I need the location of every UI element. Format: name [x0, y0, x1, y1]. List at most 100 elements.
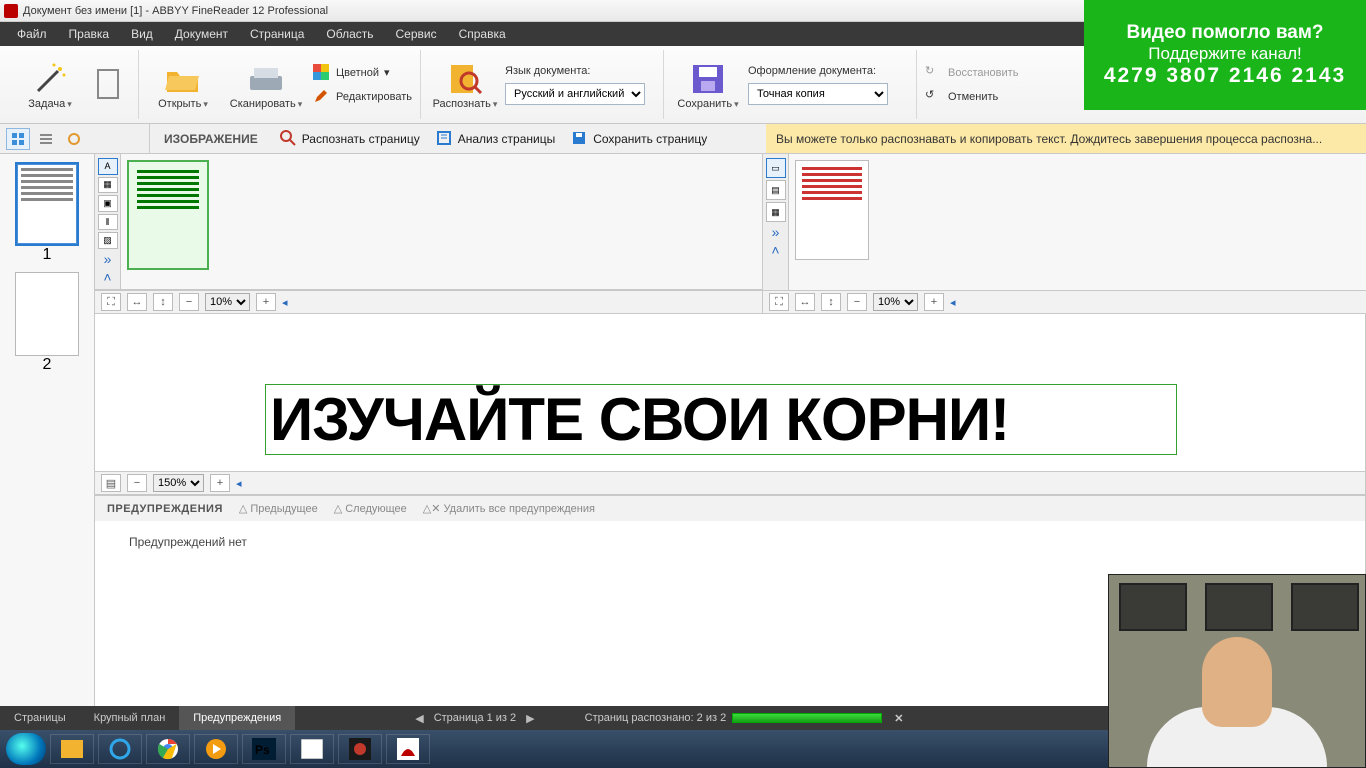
text-tools: ▭ ▤ ▦ » ˄ — [763, 154, 789, 290]
chevron-right-icon[interactable]: » — [772, 224, 780, 240]
new-doc-button[interactable] — [90, 66, 130, 104]
language-select[interactable]: Русский и английский — [505, 83, 645, 105]
text-tool-1[interactable]: ▭ — [766, 158, 786, 178]
language-label: Язык документа: — [505, 65, 655, 77]
tab-closeup[interactable]: Крупный план — [80, 706, 180, 730]
redo-icon: ↻ — [925, 64, 943, 82]
canvas-zoom-select[interactable]: 150% — [153, 474, 204, 492]
analyze-page-button[interactable]: Анализ страницы — [428, 130, 564, 148]
text-tool-2[interactable]: ▤ — [766, 180, 786, 200]
prev-warning-button[interactable]: △ Предыдущее — [239, 502, 318, 515]
menu-page[interactable]: Страница — [241, 24, 313, 44]
fit-width-button[interactable]: ↔ — [127, 293, 147, 311]
menu-help[interactable]: Справка — [450, 24, 515, 44]
taskbar-explorer[interactable] — [50, 734, 94, 764]
fit-height-button[interactable]: ↕ — [153, 293, 173, 311]
menu-edit[interactable]: Правка — [60, 24, 119, 44]
start-button[interactable] — [6, 733, 46, 765]
text-zoom-select[interactable]: 10% — [873, 293, 918, 311]
caret-down-icon: ▾ — [67, 99, 72, 109]
taskbar-media[interactable] — [194, 734, 238, 764]
chevron-up-icon[interactable]: ˄ — [771, 242, 779, 258]
image-canvas[interactable]: ИЗУЧАЙТЕ СВОИ КОРНИ! — [95, 314, 1365, 471]
task-button[interactable]: Задача▾ — [14, 60, 86, 110]
cancel-progress-button[interactable]: ✕ — [894, 712, 903, 725]
taskbar-ie[interactable] — [98, 734, 142, 764]
recognize-page-button[interactable]: Распознать страницу — [272, 130, 428, 148]
wall-photo-3 — [1291, 583, 1359, 631]
taskbar-app1[interactable] — [290, 734, 334, 764]
analyze-icon — [436, 130, 454, 148]
zoom-in-button[interactable]: + — [256, 293, 276, 311]
menu-view[interactable]: Вид — [122, 24, 162, 44]
menu-service[interactable]: Сервис — [387, 24, 446, 44]
text-tool-3[interactable]: ▦ — [766, 202, 786, 222]
tool-image-area[interactable]: ▣ — [98, 195, 118, 212]
folder-open-icon — [163, 60, 203, 98]
taskbar-photoshop[interactable]: Ps — [242, 734, 286, 764]
image-section-title: ИЗОБРАЖЕНИЕ — [150, 132, 272, 146]
next-warning-button[interactable]: △ Следующее — [334, 502, 407, 515]
scan-button[interactable]: Сканировать▾ — [223, 60, 309, 110]
next-page-button[interactable]: ▶ — [526, 712, 534, 725]
text-prev-icon[interactable]: ◂ — [950, 296, 956, 309]
tool-table-area[interactable]: ▦ — [98, 177, 118, 194]
tool-background[interactable]: ▨ — [98, 232, 118, 249]
image-zoom-select[interactable]: 10% — [205, 293, 250, 311]
save-page-button[interactable]: Сохранить страницу — [563, 130, 715, 148]
banner-line3: 4279 3807 2146 2143 — [1104, 64, 1346, 88]
taskbar-finereader[interactable] — [386, 734, 430, 764]
menu-region[interactable]: Область — [317, 24, 382, 44]
page-thumb-2[interactable] — [15, 272, 79, 356]
edit-button[interactable]: Редактировать — [313, 88, 412, 106]
page-thumb-1[interactable] — [15, 162, 79, 246]
webcam-overlay — [1108, 574, 1366, 768]
zoom-out-button[interactable]: − — [179, 293, 199, 311]
recognize-button[interactable]: Распознать▾ — [429, 60, 501, 110]
canvas-zoom-out[interactable]: − — [127, 474, 147, 492]
progress-label: Страниц распознано: 2 из 2 — [585, 712, 727, 724]
view-details-button[interactable] — [34, 128, 58, 150]
taskbar-recorder[interactable] — [338, 734, 382, 764]
pages-pane: 1 2 — [0, 154, 95, 706]
view-settings-button[interactable] — [62, 128, 86, 150]
layout-label: Оформление документа: — [748, 65, 908, 77]
text-fit-width[interactable]: ↔ — [795, 293, 815, 311]
undo-button[interactable]: ↺Отменить — [925, 88, 1018, 106]
warnings-header: ПРЕДУПРЕЖДЕНИЯ △ Предыдущее △ Следующее … — [95, 495, 1365, 521]
taskbar-chrome[interactable] — [146, 734, 190, 764]
canvas-tool-icon[interactable]: ▤ — [101, 474, 121, 492]
text-zoom-in[interactable]: + — [924, 293, 944, 311]
recognized-region[interactable]: ИЗУЧАЙТЕ СВОИ КОРНИ! — [265, 384, 1177, 455]
save-button[interactable]: Сохранить▾ — [672, 60, 744, 110]
open-button[interactable]: Открыть▾ — [147, 60, 219, 110]
undo-icon: ↺ — [925, 88, 943, 106]
tab-warnings[interactable]: Предупреждения — [179, 706, 295, 730]
canvas-zoom-in[interactable]: + — [210, 474, 230, 492]
prev-region-icon[interactable]: ◂ — [282, 296, 288, 309]
image-tools: A ▦ ▣ ⦀ ▨ » ˄ — [95, 154, 121, 289]
chevron-up-icon[interactable]: ˄ — [103, 269, 111, 285]
canvas-prev-icon[interactable]: ◂ — [236, 477, 242, 490]
color-mode-button[interactable]: Цветной▾ — [313, 64, 412, 82]
menu-file[interactable]: Файл — [8, 24, 56, 44]
save-icon — [571, 130, 589, 148]
text-fit-page[interactable]: ⛶ — [769, 293, 789, 311]
palette-icon — [313, 64, 331, 82]
menu-document[interactable]: Документ — [166, 24, 237, 44]
prev-page-button[interactable]: ◀ — [415, 712, 423, 725]
tab-pages[interactable]: Страницы — [0, 706, 80, 730]
progress-bar — [732, 713, 882, 723]
text-fit-height[interactable]: ↕ — [821, 293, 841, 311]
donation-banner: Видео помогло вам? Поддержите канал! 427… — [1084, 0, 1366, 110]
delete-warnings-button[interactable]: △✕ Удалить все предупреждения — [423, 502, 595, 515]
tool-barcode-area[interactable]: ⦀ — [98, 214, 118, 231]
text-preview[interactable] — [789, 154, 1366, 290]
tool-text-area[interactable]: A — [98, 158, 118, 175]
view-thumbnails-button[interactable] — [6, 128, 30, 150]
fit-page-button[interactable]: ⛶ — [101, 293, 121, 311]
layout-select[interactable]: Точная копия — [748, 83, 888, 105]
text-zoom-out[interactable]: − — [847, 293, 867, 311]
page-number-2: 2 — [43, 356, 52, 374]
chevron-right-icon[interactable]: » — [104, 251, 112, 267]
